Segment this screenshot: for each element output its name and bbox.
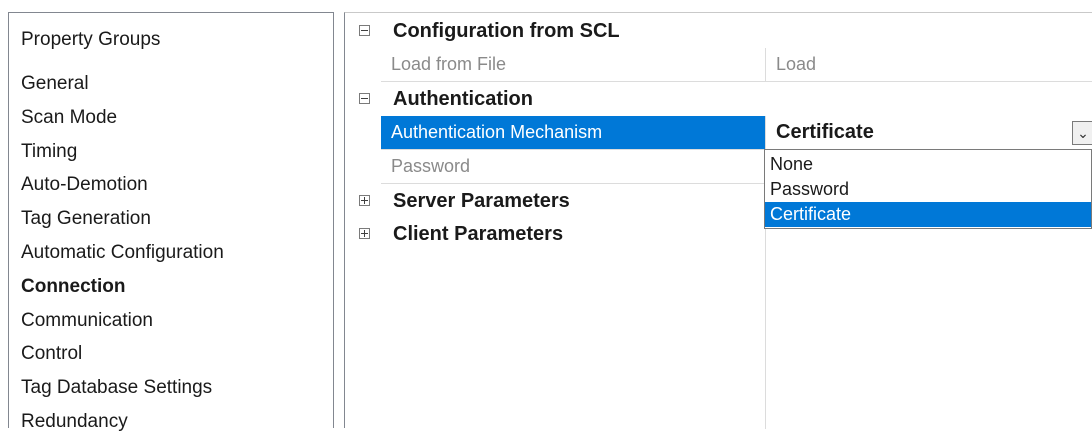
- group-item-scan-mode[interactable]: Scan Mode: [21, 101, 224, 135]
- combo-value: Certificate: [776, 121, 874, 143]
- group-item-control[interactable]: Control: [21, 337, 224, 371]
- dropdown-option-none[interactable]: None: [765, 152, 1091, 177]
- group-item-communication[interactable]: Communication: [21, 304, 224, 338]
- group-item-tag-database-settings[interactable]: Tag Database Settings: [21, 371, 224, 405]
- group-item-auto-demotion[interactable]: Auto-Demotion: [21, 168, 224, 202]
- property-groups-header: Property Groups: [21, 29, 161, 50]
- group-item-automatic-configuration[interactable]: Automatic Configuration: [21, 236, 224, 270]
- property-name: Load from File: [391, 54, 507, 74]
- property-authentication-mechanism[interactable]: Authentication Mechanism Certificate ⌄: [345, 116, 1092, 150]
- property-load-from-file[interactable]: Load from File Load: [345, 48, 1092, 82]
- property-name: Password: [391, 156, 471, 176]
- property-groups-list: General Scan Mode Timing Auto-Demotion T…: [21, 67, 224, 439]
- category-configuration-from-scl[interactable]: Configuration from SCL: [345, 14, 1092, 48]
- category-label: Client Parameters: [393, 223, 564, 245]
- authentication-mechanism-dropdown[interactable]: None Password Certificate: [764, 149, 1092, 229]
- group-item-connection[interactable]: Connection: [21, 270, 224, 304]
- authentication-mechanism-combo[interactable]: Certificate ⌄: [765, 116, 1092, 150]
- group-item-redundancy[interactable]: Redundancy: [21, 405, 224, 439]
- group-item-timing[interactable]: Timing: [21, 135, 224, 169]
- category-label: Authentication: [393, 88, 533, 110]
- group-item-tag-generation[interactable]: Tag Generation: [21, 202, 224, 236]
- category-label: Configuration from SCL: [393, 20, 620, 42]
- dropdown-option-certificate[interactable]: Certificate: [765, 202, 1091, 227]
- category-label: Server Parameters: [393, 190, 570, 212]
- property-groups-panel: Property Groups General Scan Mode Timing…: [8, 12, 334, 432]
- property-name-cell[interactable]: Load from File: [381, 48, 765, 82]
- expand-icon[interactable]: [359, 195, 370, 206]
- property-name-cell[interactable]: Authentication Mechanism: [381, 116, 765, 150]
- dropdown-option-password[interactable]: Password: [765, 177, 1091, 202]
- collapse-icon[interactable]: [359, 93, 370, 104]
- property-value-cell[interactable]: Load: [765, 48, 1092, 82]
- category-authentication[interactable]: Authentication: [345, 82, 1092, 116]
- group-item-general[interactable]: General: [21, 67, 224, 101]
- property-name: Authentication Mechanism: [391, 122, 603, 142]
- property-name-cell[interactable]: Password: [381, 150, 765, 184]
- collapse-icon[interactable]: [359, 25, 370, 36]
- property-value: Load: [776, 54, 817, 74]
- expand-icon[interactable]: [359, 228, 370, 239]
- chevron-down-icon[interactable]: ⌄: [1072, 121, 1092, 145]
